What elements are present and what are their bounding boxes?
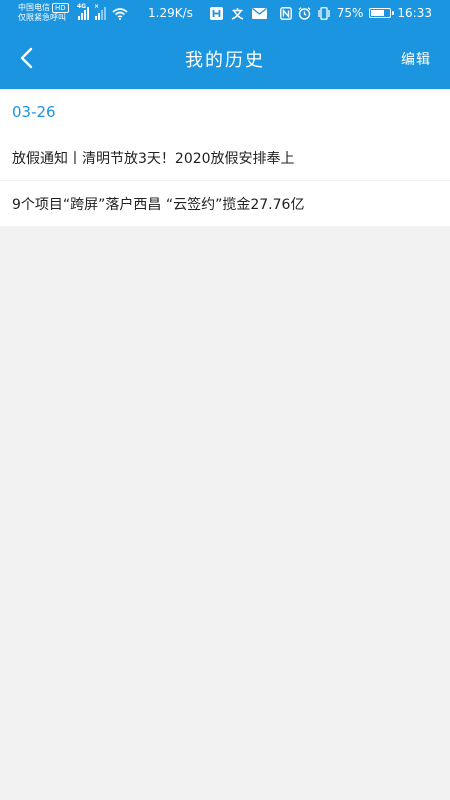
app-header: 中国电信 HD 仅限紧急呼叫 4G × 1.29K/s 75% 16:33 我的… — [0, 0, 450, 89]
title-bar: 我的历史 编辑 — [0, 28, 450, 89]
signal-label-x: × — [94, 3, 100, 10]
battery-icon — [369, 8, 395, 18]
list-item[interactable]: 放假通知丨清明节放3天！2020放假安排奉上 — [0, 135, 450, 181]
history-date-header: 03-26 — [12, 103, 56, 121]
alarm-icon — [298, 6, 311, 20]
carrier-name: 中国电信 — [18, 3, 50, 12]
status-right: 75% 16:33 — [279, 5, 432, 21]
status-time: 16:33 — [397, 6, 432, 20]
mail-icon — [252, 7, 267, 19]
battery-percent: 75% — [336, 6, 364, 20]
hd-badge: HD — [52, 3, 69, 13]
edit-button[interactable]: 编辑 — [401, 49, 431, 69]
emergency-only-text: 仅限紧急呼叫 — [18, 13, 66, 22]
wifi-icon — [112, 8, 128, 20]
status-bar: 中国电信 HD 仅限紧急呼叫 4G × 1.29K/s 75% 16:33 — [0, 0, 450, 28]
history-list: 03-26 放假通知丨清明节放3天！2020放假安排奉上 9个项目“跨屏”落户西… — [0, 89, 450, 226]
list-item[interactable]: 9个项目“跨屏”落户西昌 “云签约”揽金27.76亿 — [0, 181, 450, 226]
notification-icons — [210, 6, 267, 20]
vibrate-icon — [318, 6, 330, 20]
signal-group: 4G × — [77, 3, 128, 20]
carrier-info: 中国电信 HD 仅限紧急呼叫 — [18, 3, 69, 23]
app-h-icon — [210, 6, 223, 20]
network-speed: 1.29K/s — [148, 6, 193, 20]
nfc-icon — [279, 6, 292, 20]
signal-label-4g: 4G — [77, 3, 87, 10]
signal-icon-2: × — [94, 3, 106, 20]
app-wen-icon — [231, 7, 244, 20]
signal-icon: 4G — [77, 3, 89, 20]
screen: 中国电信 HD 仅限紧急呼叫 4G × 1.29K/s 75% 16:33 我的… — [0, 0, 450, 800]
page-title: 我的历史 — [185, 50, 265, 71]
